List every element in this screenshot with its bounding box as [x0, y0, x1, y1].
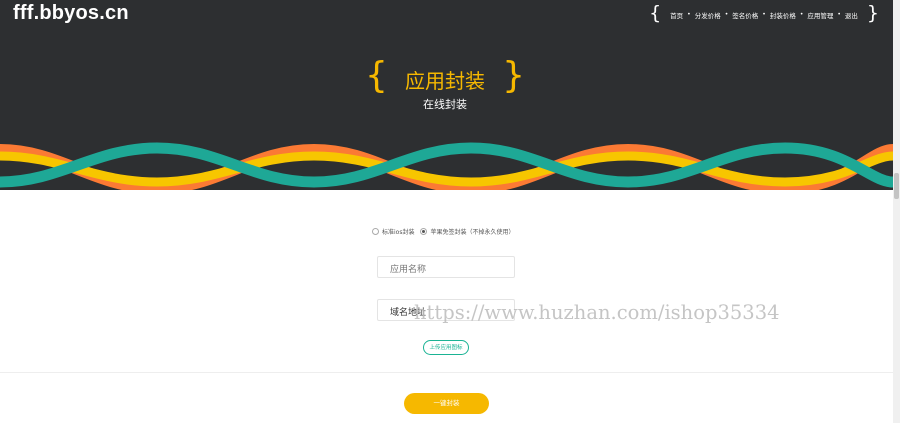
- radio-label-standard-ios[interactable]: 标准ios封装: [382, 227, 414, 236]
- nav-item-signing-price[interactable]: 签名价格: [732, 10, 758, 20]
- site-logo[interactable]: fff.bbyos.cn: [13, 2, 129, 25]
- nav-separator: •: [724, 11, 729, 18]
- page-subtitle: 在线封装: [423, 98, 467, 111]
- section-divider: [0, 372, 893, 373]
- nav-item-home[interactable]: 首页: [670, 10, 683, 20]
- nav-items: 首页 • 分发价格 • 签名价格 • 封装价格 • 应用管理 • 退出: [661, 10, 867, 20]
- app-name-field-wrapper: [377, 256, 515, 280]
- nav-item-app-management[interactable]: 应用管理: [807, 10, 833, 20]
- radio-standard-ios[interactable]: [372, 228, 379, 235]
- nav-item-distribution-price[interactable]: 分发价格: [695, 10, 721, 20]
- nav-item-logout[interactable]: 退出: [845, 10, 858, 20]
- nav-item-packaging-price[interactable]: 封装价格: [770, 10, 796, 20]
- page-scrollbar[interactable]: [893, 0, 900, 423]
- one-click-package-button[interactable]: 一键封装: [404, 393, 489, 414]
- decorative-wave: [0, 142, 893, 190]
- page-title: 应用封装: [405, 69, 485, 93]
- nav-separator: •: [687, 11, 691, 18]
- package-type-radio-group: 标准ios封装 苹果免签封装（不掉永久使用）: [372, 227, 520, 236]
- radio-free-signature[interactable]: [420, 228, 428, 235]
- wave-yellow-stripe: [0, 151, 893, 187]
- page-title-block: { 应用封装 在线封装 }: [365, 55, 525, 112]
- app-name-input[interactable]: [378, 260, 514, 280]
- nav-separator: •: [799, 11, 804, 18]
- upload-icon-button[interactable]: 上传应用图标: [423, 340, 469, 355]
- top-nav: { 首页 • 分发价格 • 签名价格 • 封装价格 • 应用管理 • 退出 }: [649, 4, 879, 23]
- nav-brace-close: }: [866, 2, 879, 24]
- domain-input[interactable]: [378, 301, 514, 322]
- nav-brace-open: {: [649, 2, 662, 24]
- domain-field-wrapper: [377, 299, 515, 322]
- title-brace-close: }: [502, 55, 525, 96]
- scrollbar-thumb[interactable]: [894, 173, 899, 199]
- nav-separator: •: [837, 11, 841, 18]
- radio-label-free-signature[interactable]: 苹果免签封装（不掉永久使用）: [430, 227, 514, 236]
- nav-separator: •: [762, 11, 766, 18]
